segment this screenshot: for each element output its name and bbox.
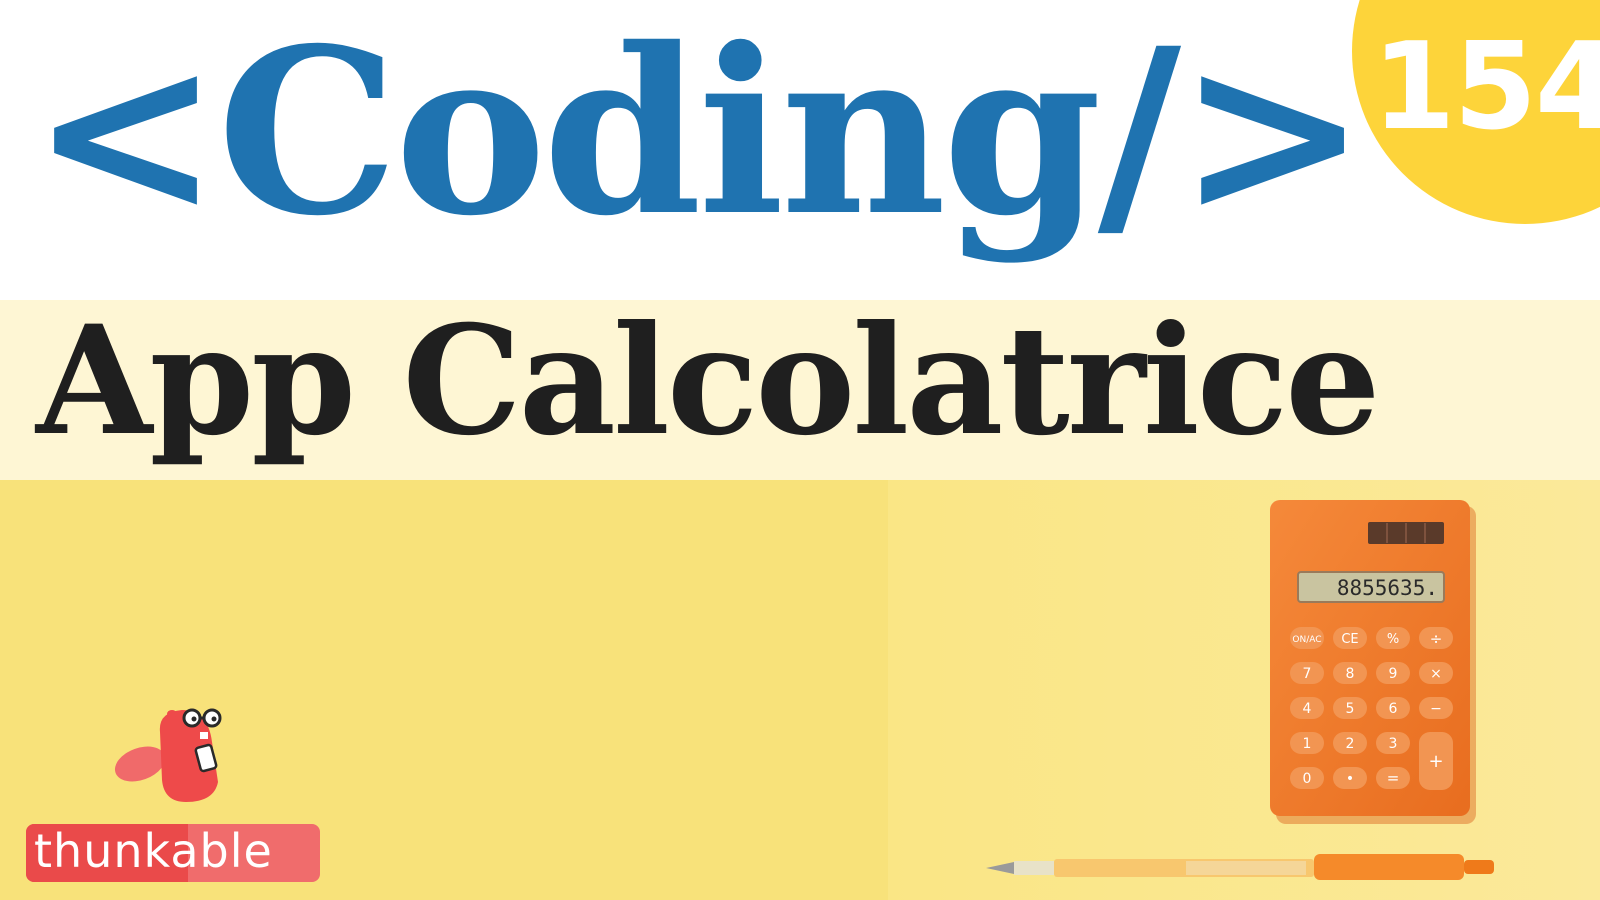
thumbnail: <Coding/> 154 App Calcolatrice 8855635. … — [0, 0, 1600, 900]
key-4: 4 — [1290, 697, 1324, 719]
key-label: 3 — [1389, 736, 1398, 752]
key-ce: CE — [1333, 627, 1367, 649]
key-label: • — [1346, 771, 1354, 787]
pen-grip — [1014, 861, 1054, 875]
key-label: CE — [1341, 632, 1358, 647]
key-label: 6 — [1389, 701, 1398, 717]
key-equals: = — [1376, 767, 1410, 789]
calculator-display-value: 8855635. — [1337, 576, 1438, 600]
key-label: 5 — [1346, 701, 1355, 717]
calculator-illustration: 8855635. ON/AC CE % ÷ 7 8 9 × 4 5 6 − 1 … — [1270, 500, 1476, 824]
key-6: 6 — [1376, 697, 1410, 719]
key-label: ÷ — [1430, 630, 1443, 648]
episode-number: 154 — [1372, 18, 1600, 157]
key-1: 1 — [1290, 732, 1324, 754]
key-8: 8 — [1333, 662, 1367, 684]
key-label: % — [1387, 632, 1399, 647]
key-label: 4 — [1303, 701, 1312, 717]
key-divide: ÷ — [1419, 627, 1453, 649]
photo-background-right — [888, 480, 1600, 900]
key-label: − — [1430, 701, 1442, 717]
key-5: 5 — [1333, 697, 1367, 719]
beaver-mascot-icon — [114, 708, 222, 802]
key-label: ON/AC — [1292, 635, 1321, 645]
key-label: 2 — [1346, 736, 1355, 752]
key-label: × — [1430, 666, 1442, 682]
mascot-teeth — [200, 732, 208, 739]
key-2: 2 — [1333, 732, 1367, 754]
key-dot: • — [1333, 767, 1367, 789]
pen-illustration — [986, 854, 1494, 880]
key-label: 8 — [1346, 666, 1355, 682]
subtitle: App Calcolatrice — [36, 293, 1381, 469]
key-label: 9 — [1389, 666, 1398, 682]
key-label: 0 — [1303, 771, 1312, 787]
key-minus: − — [1419, 697, 1453, 719]
key-label: 7 — [1303, 666, 1312, 682]
brand-name: thunkable — [34, 824, 273, 878]
pen-tip — [986, 862, 1014, 874]
key-7: 7 — [1290, 662, 1324, 684]
key-3: 3 — [1376, 732, 1410, 754]
key-label: = — [1387, 769, 1400, 787]
key-label: + — [1428, 751, 1443, 772]
key-9: 9 — [1376, 662, 1410, 684]
key-plus: + — [1419, 732, 1453, 790]
key-percent: % — [1376, 627, 1410, 649]
key-on-ac: ON/AC — [1290, 627, 1324, 649]
key-0: 0 — [1290, 767, 1324, 789]
key-label: 1 — [1303, 736, 1312, 752]
key-multiply: × — [1419, 662, 1453, 684]
pen-clip — [1314, 854, 1464, 880]
main-title: <Coding/> — [30, 0, 1368, 266]
